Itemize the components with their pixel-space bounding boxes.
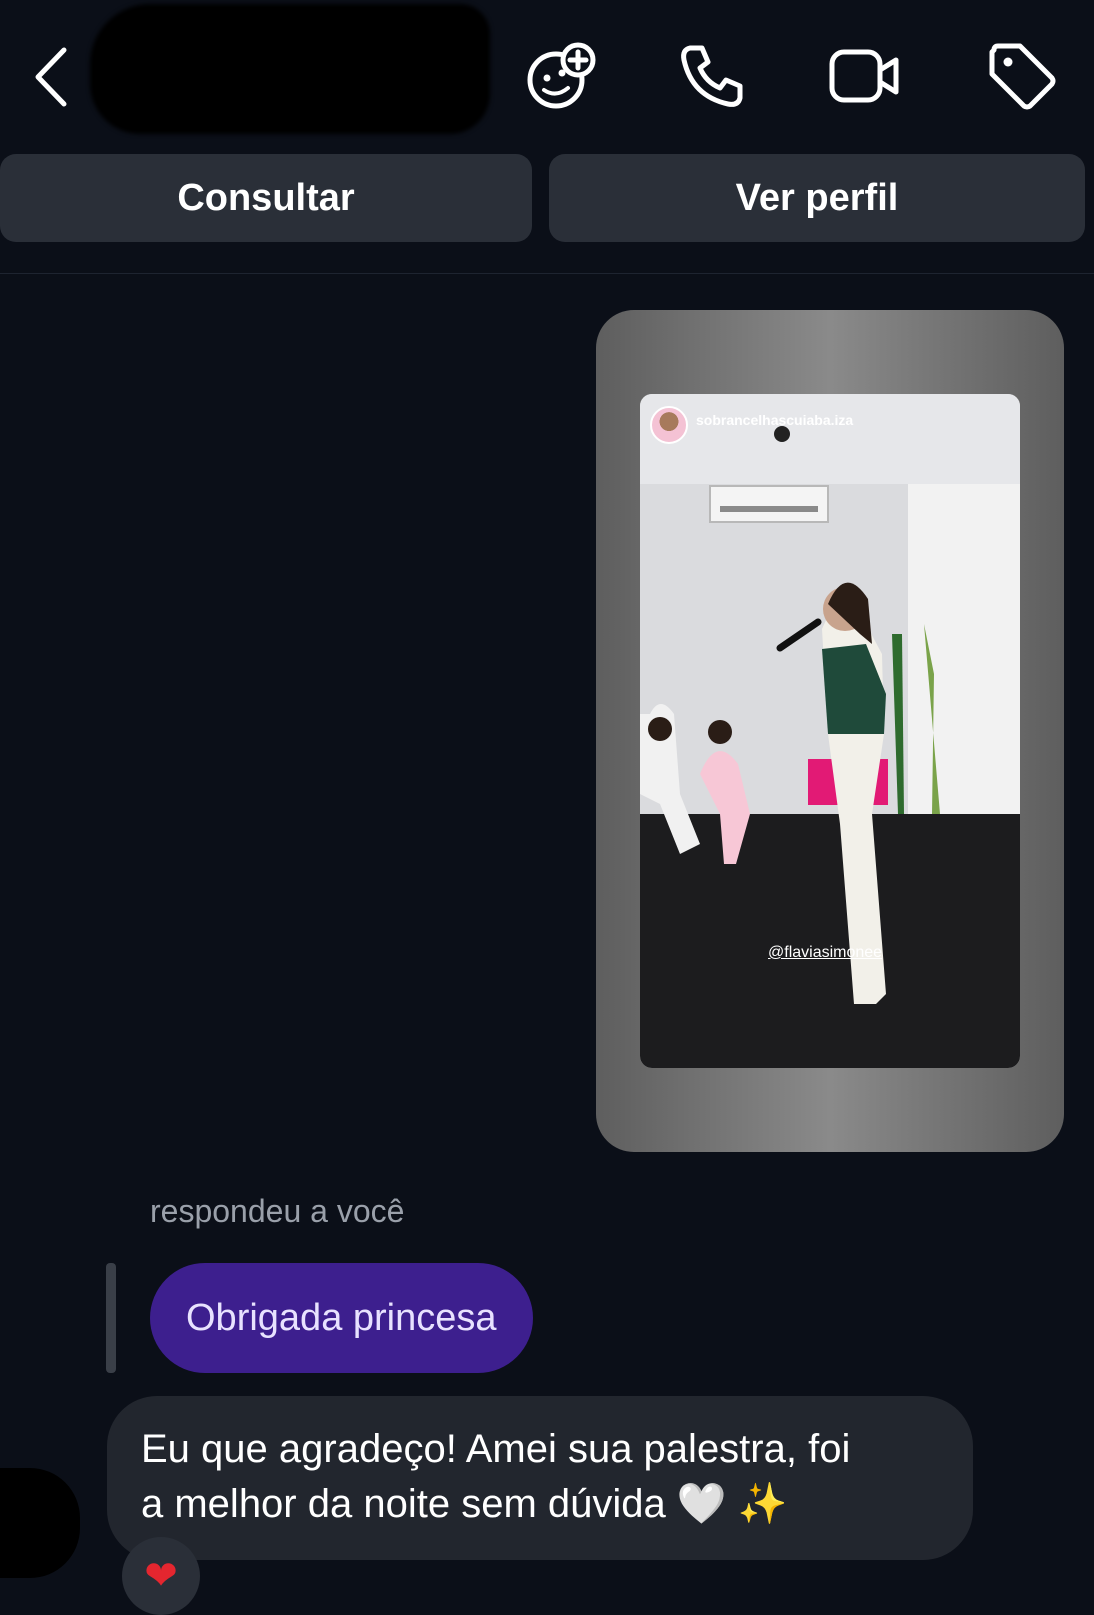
story-mention-tag[interactable]: @flaviasimonee [768, 944, 882, 962]
label-button[interactable] [986, 40, 1058, 112]
consult-button[interactable]: Consultar [0, 154, 532, 242]
message-line-2: a melhor da noite sem dúvida 🤍 ✨ [141, 1482, 788, 1526]
heart-reaction[interactable]: ❤ [122, 1537, 200, 1615]
story-photo [640, 394, 1020, 1068]
story-reply-card[interactable]: sobrancelhascuiaba.iza @flaviasimonee [596, 310, 1064, 1152]
quoted-message-text: Obrigada princesa [186, 1296, 497, 1339]
quoted-message-bubble[interactable]: Obrigada princesa [150, 1263, 533, 1373]
sender-avatar[interactable] [0, 1468, 80, 1578]
received-message-bubble[interactable]: Eu que agradeço! Amei sua palestra, foi … [107, 1396, 973, 1560]
effects-button[interactable] [526, 40, 598, 112]
story-preview[interactable]: sobrancelhascuiaba.iza @flaviasimonee [640, 394, 1020, 1068]
back-button[interactable] [28, 42, 78, 112]
chevron-left-icon [35, 47, 67, 107]
header-divider [0, 273, 1094, 274]
phone-icon [681, 45, 743, 107]
heart-icon: ❤ [144, 1554, 178, 1598]
face-sparkle-icon [527, 42, 596, 109]
call-button[interactable] [676, 40, 748, 112]
message-line-1: Eu que agradeço! Amei sua palestra, foi [141, 1427, 851, 1471]
redacted-profile [90, 4, 490, 134]
reply-quote-bar [106, 1263, 116, 1373]
story-author-avatar [650, 406, 688, 444]
reply-context-label: respondeu a você [150, 1193, 405, 1229]
video-call-button[interactable] [828, 40, 900, 112]
view-profile-button[interactable]: Ver perfil [549, 154, 1085, 242]
chat-header [0, 0, 1094, 150]
video-camera-icon [829, 49, 899, 103]
story-username: sobrancelhascuiaba.iza [696, 412, 854, 428]
tag-icon [989, 43, 1056, 110]
